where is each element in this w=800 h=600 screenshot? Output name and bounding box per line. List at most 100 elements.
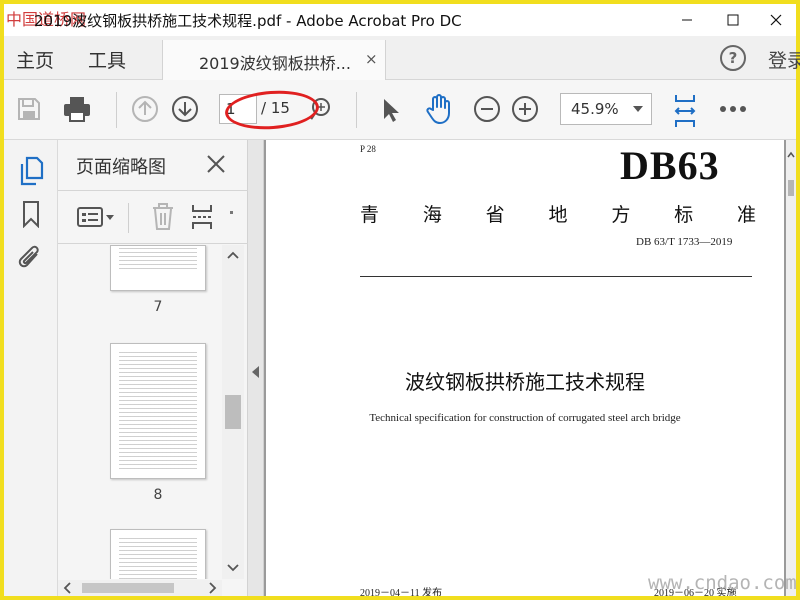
thumbnail-content bbox=[119, 248, 197, 272]
zoom-value: 45.9% bbox=[571, 100, 619, 118]
navigation-rail bbox=[4, 140, 58, 596]
document-tab-label: 2019波纹钢板拱桥... bbox=[199, 54, 351, 73]
close-icon bbox=[770, 14, 782, 26]
title-bar: 中国道桥网 2019波纹钢板拱桥施工技术规程.pdf - Adobe Acrob… bbox=[4, 4, 796, 36]
arrow-down-circle-icon bbox=[172, 96, 198, 122]
fit-page-width-icon bbox=[674, 95, 696, 127]
close-window-button[interactable] bbox=[756, 4, 796, 36]
minimize-button[interactable] bbox=[664, 4, 710, 36]
scroll-left-icon[interactable] bbox=[62, 580, 74, 596]
document-title-en: Technical specification for construction… bbox=[369, 412, 681, 424]
menu-home[interactable]: 主页 bbox=[16, 46, 54, 73]
scrollbar-thumb[interactable] bbox=[788, 180, 794, 196]
more-options-icon bbox=[720, 106, 746, 112]
scrollbar-thumb[interactable] bbox=[225, 395, 241, 429]
cursor-arrow-icon bbox=[384, 99, 399, 122]
thumbnail-page-number: 7 bbox=[153, 299, 163, 315]
pages-icon bbox=[20, 156, 44, 186]
zoom-level-select[interactable]: 45.9% bbox=[560, 93, 652, 125]
scrollbar-thumb[interactable] bbox=[82, 583, 174, 593]
region-heading: 青 海 省 地 方 标 准 bbox=[360, 200, 756, 227]
region-char: 海 bbox=[422, 204, 442, 226]
region-char: 标 bbox=[674, 204, 694, 226]
hand-icon bbox=[426, 94, 450, 124]
thumbnails-panel: 页面缩略图 7 8 bbox=[58, 140, 248, 596]
options-menu-button[interactable] bbox=[76, 203, 116, 231]
print-button[interactable] bbox=[60, 92, 94, 126]
menu-bar: 主页 工具 2019波纹钢板拱桥... × ? 登录 bbox=[4, 36, 800, 80]
zoom-in-button[interactable] bbox=[510, 94, 540, 124]
page-thumbnail[interactable] bbox=[110, 245, 206, 291]
close-icon bbox=[207, 155, 225, 173]
zoom-out-button[interactable] bbox=[472, 94, 502, 124]
zoom-out-icon bbox=[474, 96, 500, 122]
standard-mark: DB63 bbox=[620, 143, 720, 188]
document-scrollbar[interactable] bbox=[786, 140, 796, 596]
delete-pages-button[interactable] bbox=[148, 201, 178, 233]
hand-tool-button[interactable] bbox=[422, 92, 456, 126]
window-title: 2019波纹钢板拱桥施工技术规程.pdf - Adobe Acrobat Pro… bbox=[34, 12, 462, 30]
insert-page-button[interactable] bbox=[188, 201, 218, 233]
help-icon[interactable]: ? bbox=[720, 45, 746, 71]
document-title-zh: 波纹钢板拱桥施工技术规程 bbox=[405, 370, 645, 394]
fit-width-button[interactable] bbox=[668, 92, 702, 130]
thumbnail-content bbox=[119, 352, 197, 470]
collapse-panel-icon[interactable] bbox=[252, 366, 259, 378]
page-thumbnail[interactable] bbox=[110, 529, 206, 579]
region-char: 青 bbox=[360, 204, 380, 226]
ics-code: P 28 bbox=[360, 144, 376, 154]
pdf-page: P 28 DB63 青 海 省 地 方 标 准 DB 63/T 1733—201… bbox=[266, 140, 784, 596]
toolbar-separator bbox=[128, 203, 129, 233]
tab-close-icon[interactable]: × bbox=[365, 50, 378, 68]
page-thumbnail[interactable] bbox=[110, 343, 206, 479]
more-tools-button[interactable] bbox=[716, 94, 750, 124]
thumbnail-scrollbar[interactable] bbox=[222, 245, 244, 579]
region-char: 省 bbox=[485, 204, 505, 226]
next-page-button[interactable] bbox=[170, 94, 200, 124]
maximize-icon bbox=[727, 14, 739, 26]
scroll-up-icon[interactable] bbox=[786, 150, 796, 160]
header-rule bbox=[360, 276, 752, 277]
thumbnail-list: 7 8 bbox=[58, 245, 222, 579]
panel-title: 页面缩略图 bbox=[76, 157, 166, 178]
scroll-right-icon[interactable] bbox=[206, 580, 218, 596]
paperclip-icon bbox=[18, 245, 39, 268]
arrow-up-circle-icon bbox=[132, 96, 158, 122]
region-char: 方 bbox=[611, 204, 631, 226]
trash-icon bbox=[153, 203, 173, 230]
save-button[interactable] bbox=[14, 94, 44, 124]
scroll-down-icon[interactable] bbox=[222, 561, 244, 575]
toolbar: / 15 45.9% bbox=[4, 80, 796, 140]
thumbnail-toolbar bbox=[58, 190, 248, 244]
toolbar-separator bbox=[356, 92, 357, 128]
region-char: 准 bbox=[736, 204, 756, 226]
chevron-down-icon bbox=[633, 106, 643, 112]
standard-number: DB 63/T 1733—2019 bbox=[636, 236, 733, 248]
maximize-button[interactable] bbox=[710, 4, 756, 36]
issue-date: 2019－04－11 发布 bbox=[360, 588, 443, 596]
thumbnail-page-number: 8 bbox=[153, 487, 163, 503]
bookmarks-button[interactable] bbox=[16, 198, 46, 230]
overflow-dot bbox=[230, 211, 233, 214]
thumbnail-content bbox=[119, 538, 197, 579]
save-icon bbox=[18, 98, 40, 120]
site-watermark: www.cndao.com bbox=[648, 572, 797, 594]
options-list-icon bbox=[77, 207, 114, 227]
previous-page-button[interactable] bbox=[130, 94, 160, 124]
printer-icon bbox=[64, 97, 90, 122]
toolbar-separator bbox=[116, 92, 117, 128]
select-tool-button[interactable] bbox=[376, 94, 404, 126]
attachments-button[interactable] bbox=[16, 242, 46, 276]
document-view[interactable]: P 28 DB63 青 海 省 地 方 标 准 DB 63/T 1733—201… bbox=[264, 140, 786, 596]
thumbnail-horizontal-scrollbar[interactable] bbox=[58, 580, 222, 596]
zoom-in-icon bbox=[512, 96, 538, 122]
page-thumbnails-button[interactable] bbox=[16, 154, 46, 188]
menu-tools[interactable]: 工具 bbox=[88, 46, 126, 73]
document-tab[interactable]: 2019波纹钢板拱桥... × bbox=[162, 40, 386, 80]
scroll-up-icon[interactable] bbox=[222, 249, 244, 263]
panel-splitter[interactable] bbox=[248, 140, 264, 596]
close-panel-button[interactable] bbox=[204, 152, 228, 176]
login-button[interactable]: 登录 bbox=[768, 46, 800, 73]
bookmark-icon bbox=[23, 201, 39, 228]
region-char: 地 bbox=[548, 204, 568, 226]
